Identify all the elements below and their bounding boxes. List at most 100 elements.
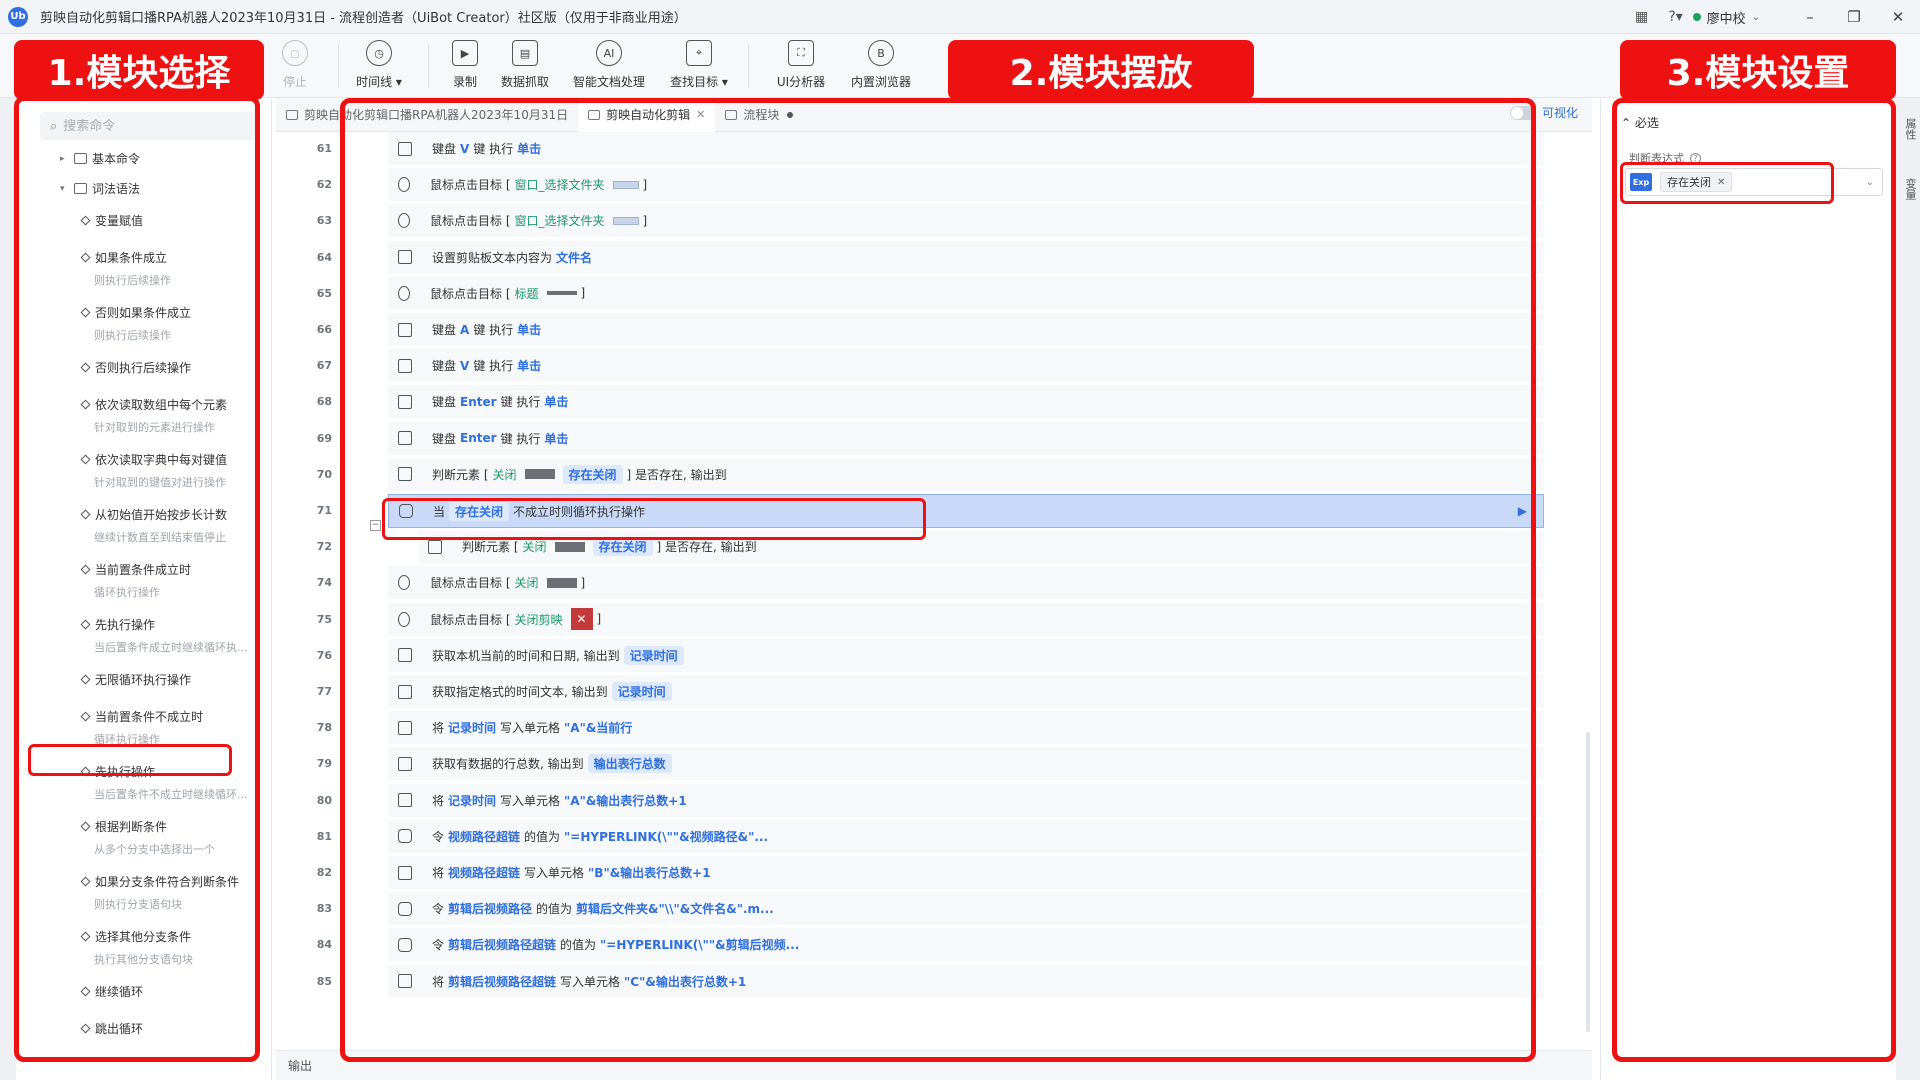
code-row[interactable]: 设置剪贴板文本内容为 文件名 xyxy=(388,240,1544,275)
close-tab-icon[interactable]: ✕ xyxy=(696,108,705,121)
code-row[interactable]: 令剪辑后视频路径 的值为 剪辑后文件夹&"\\"&文件名&".m... xyxy=(388,892,1544,927)
restore-button[interactable]: ❐ xyxy=(1832,0,1876,34)
keyword[interactable]: V xyxy=(460,359,469,373)
keyword[interactable]: 剪辑后文件夹&"\\"&文件名&".m... xyxy=(576,900,774,917)
keyword[interactable]: 单击 xyxy=(517,357,541,374)
variable-chip[interactable]: 记录时间 xyxy=(623,645,684,665)
keyword[interactable]: Enter xyxy=(460,395,497,409)
code-row[interactable]: 键盘 Enter 键 执行 单击 xyxy=(388,385,1544,420)
find-target-button[interactable]: ⌖ 查找目标 ▾ xyxy=(654,40,744,90)
help-icon[interactable]: ? xyxy=(1690,152,1701,164)
command-item[interactable]: 先执行操作 当后置条件成立时继续循环执... xyxy=(82,616,271,655)
code-row[interactable]: 鼠标点击目标 [关闭剪映 ✕] xyxy=(388,602,1544,637)
variable-chip[interactable]: 输出表行总数 xyxy=(587,754,672,774)
help-icon[interactable]: ?▾ xyxy=(1659,0,1693,34)
collapse-toggle-icon[interactable]: − xyxy=(370,520,381,531)
tab-flow-block[interactable]: 流程块 xyxy=(715,98,803,132)
command-item[interactable]: 从初始值开始按步长计数 继续计数直至到结束值停止 xyxy=(82,506,271,545)
code-row[interactable]: 判断元素 [关闭 存在关闭] 是否存在, 输出到 xyxy=(388,457,1544,492)
side-tab-variables[interactable]: 变量 xyxy=(1902,178,1918,200)
code-row[interactable]: 鼠标点击目标 [标题] xyxy=(388,276,1544,311)
keyword[interactable]: "C"&输出表行总数+1 xyxy=(624,973,746,990)
code-row[interactable]: 键盘 V 键 执行 单击 xyxy=(388,132,1544,166)
code-row[interactable]: 令剪辑后视频路径超链 的值为 "=HYPERLINK(\""&剪辑后视频... xyxy=(388,928,1544,963)
code-row[interactable]: 鼠标点击目标 [关闭] xyxy=(388,566,1544,601)
target-name[interactable]: 关闭 xyxy=(523,538,547,555)
code-row[interactable]: 键盘 V 键 执行 单击 xyxy=(388,349,1544,384)
command-item[interactable]: 否则如果条件成立 则执行后续操作 xyxy=(82,304,271,343)
code-row[interactable]: 获取有数据的行总数, 输出到 输出表行总数 xyxy=(388,747,1544,782)
user-menu[interactable]: 廖中校 ⌄ xyxy=(1692,8,1760,27)
target-name[interactable]: 标题 xyxy=(515,285,539,302)
code-row[interactable]: 键盘 A 键 执行 单击 xyxy=(388,313,1544,347)
toggle-switch[interactable] xyxy=(1509,105,1536,120)
ui-analyzer-button[interactable]: ⛶ UI分析器 xyxy=(756,40,846,90)
browser-button[interactable]: B 内置浏览器 xyxy=(836,40,926,90)
keyword[interactable]: 记录时间 xyxy=(448,792,496,809)
code-row[interactable]: 获取指定格式的时间文本, 输出到 记录时间 xyxy=(388,675,1544,709)
command-item[interactable]: 依次读取数组中每个元素 针对取到的元素进行操作 xyxy=(82,396,271,435)
command-item[interactable]: 无限循环执行操作 xyxy=(82,671,271,688)
code-row[interactable]: 将记录时间 写入单元格 "A"&当前行 xyxy=(388,711,1544,746)
minimize-button[interactable]: – xyxy=(1788,0,1832,34)
smart-doc-button[interactable]: AI 智能文档处理 xyxy=(564,40,654,90)
keyword[interactable]: "=HYPERLINK(\""&剪辑后视频... xyxy=(600,936,799,953)
keyword[interactable]: 视频路径超链 xyxy=(448,864,520,881)
command-item[interactable]: 继续循环 xyxy=(82,983,271,1000)
output-bar[interactable]: 输出 xyxy=(276,1050,1592,1080)
left-side-strip[interactable] xyxy=(0,98,16,1080)
variable-chip[interactable]: 存在关闭 xyxy=(562,464,623,484)
grid-icon[interactable]: ▦ xyxy=(1625,0,1659,34)
expression-field[interactable]: Exp 存在关闭 ✕ ⌄ xyxy=(1625,168,1883,196)
keyword[interactable]: 文件名 xyxy=(556,249,592,266)
keyword[interactable]: 单击 xyxy=(544,393,568,410)
data-scrape-button[interactable]: ▤ 数据抓取 xyxy=(480,40,570,90)
expr-chip[interactable]: 存在关闭 ✕ xyxy=(1660,172,1733,192)
keyword[interactable]: 单击 xyxy=(517,321,541,338)
timeline-button[interactable]: ◷ 时间线 ▾ xyxy=(334,40,424,90)
tree-node-syntax[interactable]: ▾ 词法语法 xyxy=(60,180,140,197)
tab-main-flow[interactable]: 剪映自动化剪辑口播RPA机器人2023年10月31日 xyxy=(276,98,578,132)
command-item[interactable]: 当前置条件成立时 循环执行操作 xyxy=(82,561,271,600)
code-row[interactable]: 将视频路径超链 写入单元格 "B"&输出表行总数+1 xyxy=(388,856,1544,890)
tab-edit-block[interactable]: 剪映自动化剪辑 ✕ xyxy=(578,97,716,132)
command-item[interactable]: 根据判断条件 从多个分支中选择出一个 xyxy=(82,818,271,857)
visual-toggle[interactable]: 可视化 xyxy=(1509,104,1578,121)
variable-chip[interactable]: 记录时间 xyxy=(611,682,672,701)
variable-chip[interactable]: 存在关闭 xyxy=(592,537,653,557)
code-row[interactable]: 判断元素 [关闭 存在关闭] 是否存在, 输出到 xyxy=(418,530,1544,565)
target-name[interactable]: 窗口_选择文件夹 xyxy=(515,176,605,193)
code-row[interactable]: 当存在关闭 不成立时则循环执行操作 ▶ xyxy=(388,494,1544,528)
side-tab-properties[interactable]: 属性 xyxy=(1902,118,1918,140)
target-name[interactable]: 关闭剪映 xyxy=(515,611,563,628)
keyword[interactable]: "A"&输出表行总数+1 xyxy=(564,792,687,809)
command-item[interactable]: 如果条件成立 则执行后续操作 xyxy=(82,249,271,288)
keyword[interactable]: 单击 xyxy=(544,430,568,447)
remove-chip-icon[interactable]: ✕ xyxy=(1717,177,1725,188)
keyword[interactable]: A xyxy=(460,323,469,337)
code-row[interactable]: 鼠标点击目标 [窗口_选择文件夹] xyxy=(388,204,1544,239)
target-name[interactable]: 关闭 xyxy=(515,574,539,591)
required-section-header[interactable]: ⌃ 必选 xyxy=(1621,114,1659,131)
code-row[interactable]: 鼠标点击目标 [窗口_选择文件夹] xyxy=(388,168,1544,203)
exp-badge[interactable]: Exp xyxy=(1630,173,1652,191)
search-input[interactable] xyxy=(63,118,234,134)
tree-node-basic[interactable]: ▸ 基本命令 xyxy=(60,150,140,167)
command-item[interactable]: 当前置条件不成立时 循环执行操作 xyxy=(82,708,271,747)
code-row[interactable]: 将剪辑后视频路径超链 写入单元格 "C"&输出表行总数+1 xyxy=(388,964,1544,999)
command-item[interactable]: 否则执行后续操作 xyxy=(82,359,271,376)
command-item[interactable]: 变量赋值 xyxy=(82,212,271,229)
editor-scrollbar[interactable] xyxy=(1586,732,1590,1032)
command-item[interactable]: 先执行操作 当后置条件不成立时继续循环... xyxy=(82,763,271,802)
target-name[interactable]: 窗口_选择文件夹 xyxy=(515,212,605,229)
variable-chip[interactable]: 存在关闭 xyxy=(449,501,510,521)
keyword[interactable]: 剪辑后视频路径超链 xyxy=(448,973,556,990)
code-row[interactable]: 键盘 Enter 键 执行 单击 xyxy=(388,421,1544,456)
command-item[interactable]: 如果分支条件符合判断条件 则执行分支语句块 xyxy=(82,873,271,912)
chevron-down-icon[interactable]: ⌄ xyxy=(1866,177,1874,188)
close-window-button[interactable]: ✕ xyxy=(1876,0,1920,34)
keyword[interactable]: Enter xyxy=(460,431,497,445)
keyword[interactable]: "B"&输出表行总数+1 xyxy=(588,864,711,881)
run-from-here-icon[interactable]: ▶ xyxy=(1518,504,1527,518)
keyword[interactable]: 剪辑后视频路径超链 xyxy=(448,936,556,953)
